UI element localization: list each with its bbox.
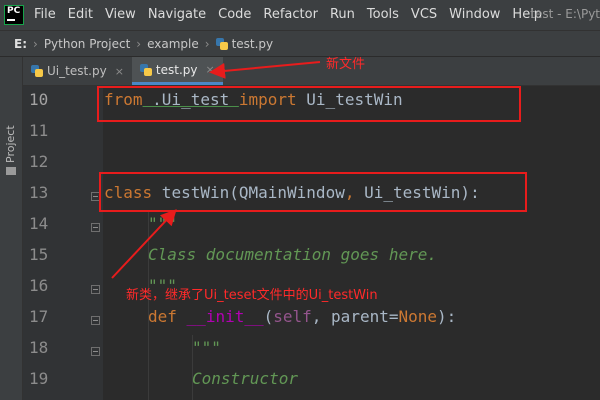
annotation-arrows <box>111 61 321 279</box>
arrow-to-class <box>111 209 177 279</box>
arrow-to-tab <box>209 61 321 79</box>
